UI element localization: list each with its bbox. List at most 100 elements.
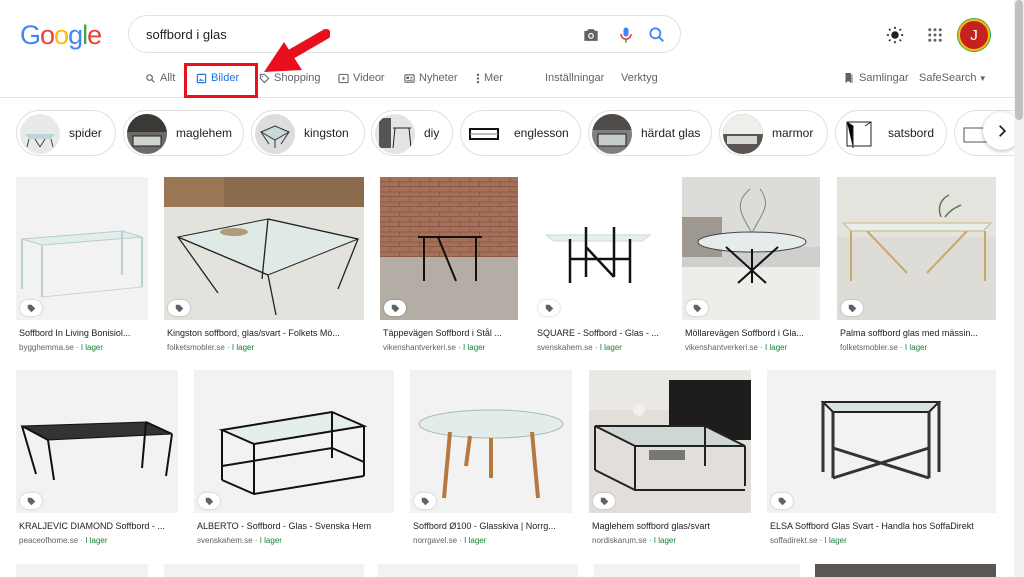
result-card[interactable]: Täppevägen Soffbord i Stål ... vikenshan… bbox=[380, 177, 518, 357]
result-image[interactable] bbox=[194, 370, 394, 513]
result-title[interactable]: ALBERTO - Soffbord - Glas - Svenska Hem bbox=[197, 521, 393, 531]
result-title[interactable]: Soffbord In Living Bonisiol... bbox=[19, 328, 147, 338]
result-image[interactable] bbox=[16, 564, 148, 577]
tag-icon bbox=[593, 493, 615, 509]
result-source: nordiskarum.se · I lager bbox=[592, 536, 677, 545]
stock-status: I lager bbox=[824, 536, 847, 545]
highlight-box bbox=[184, 63, 258, 98]
result-source: soffadirekt.se · I lager bbox=[770, 536, 847, 545]
result-image[interactable] bbox=[16, 370, 178, 513]
result-card[interactable]: Maglehem soffbord glas/svart nordiskarum… bbox=[589, 370, 751, 550]
result-title[interactable]: KRALJEVIC DIAMOND Soffbord - ... bbox=[19, 521, 177, 531]
stock-status: I lager bbox=[765, 343, 788, 352]
chip-spider[interactable]: spider bbox=[16, 110, 116, 156]
tag-icon bbox=[20, 300, 42, 316]
chip-marmor[interactable]: marmor bbox=[719, 110, 828, 156]
result-card[interactable]: KRALJEVIC DIAMOND Soffbord - ... peaceof… bbox=[16, 370, 178, 550]
result-title[interactable]: Soffbord Ø100 - Glasskiva | Norrg... bbox=[413, 521, 571, 531]
tag-icon bbox=[384, 300, 406, 316]
result-title[interactable]: Kingston soffbord, glas/svart - Folkets … bbox=[167, 328, 363, 338]
tab-label: Mer bbox=[484, 72, 503, 84]
chip-englesson[interactable]: englesson bbox=[460, 110, 581, 156]
chip-satsbord[interactable]: satsbord bbox=[835, 110, 947, 156]
source-domain: soffadirekt.se bbox=[770, 536, 818, 545]
result-source: peaceofhome.se · I lager bbox=[19, 536, 108, 545]
google-logo[interactable]: Google bbox=[20, 20, 102, 51]
result-image[interactable] bbox=[164, 564, 364, 577]
result-card[interactable]: Kingston soffbord, glas/svart - Folkets … bbox=[164, 177, 364, 357]
search-icon[interactable] bbox=[647, 25, 667, 45]
scrollbar[interactable] bbox=[1014, 0, 1024, 577]
result-source: svenskahem.se · I lager bbox=[537, 343, 622, 352]
tab-all[interactable]: Allt bbox=[145, 72, 175, 84]
bookmark-icon bbox=[845, 73, 853, 83]
collections-link[interactable]: Samlingar bbox=[843, 72, 909, 84]
result-image[interactable] bbox=[534, 177, 666, 320]
safesearch-dropdown[interactable]: SafeSearch ▼ bbox=[919, 72, 987, 84]
chip-label: satsbord bbox=[888, 126, 935, 140]
chip-label: spider bbox=[69, 126, 102, 140]
tab-videos[interactable]: Videor bbox=[338, 72, 385, 84]
tab-more[interactable]: Mer bbox=[476, 72, 503, 84]
search-box[interactable]: soffbord i glas bbox=[128, 15, 681, 53]
camera-icon[interactable] bbox=[581, 25, 601, 45]
scrollbar-thumb[interactable] bbox=[1015, 0, 1023, 120]
theme-toggle-icon[interactable] bbox=[886, 26, 904, 44]
safesearch-label: SafeSearch bbox=[919, 72, 977, 84]
tag-icon bbox=[841, 300, 863, 316]
tag-icon bbox=[538, 300, 560, 316]
result-card[interactable]: Soffbord Ø100 - Glasskiva | Norrg... nor… bbox=[410, 370, 572, 550]
result-title[interactable]: Täppevägen Soffbord i Stål ... bbox=[383, 328, 517, 338]
result-card[interactable]: Soffbord In Living Bonisiol... bygghemma… bbox=[16, 177, 148, 357]
source-domain: folketsmobler.se bbox=[167, 343, 225, 352]
result-title[interactable]: Maglehem soffbord glas/svart bbox=[592, 521, 750, 531]
result-source: vikenshantverkeri.se · I lager bbox=[685, 343, 788, 352]
result-source: vikenshantverkeri.se · I lager bbox=[383, 343, 486, 352]
result-image[interactable] bbox=[589, 370, 751, 513]
source-domain: bygghemma.se bbox=[19, 343, 74, 352]
source-domain: vikenshantverkeri.se bbox=[685, 343, 758, 352]
chip-label: englesson bbox=[514, 126, 569, 140]
chip-diy[interactable]: diy bbox=[371, 110, 453, 156]
chip-hardat-glas[interactable]: härdat glas bbox=[588, 110, 712, 156]
result-card[interactable]: Palma soffbord glas med mässin... folket… bbox=[837, 177, 996, 357]
result-image[interactable] bbox=[164, 177, 364, 320]
settings-link[interactable]: Inställningar bbox=[545, 72, 604, 84]
result-image[interactable] bbox=[815, 564, 996, 577]
chip-thumbnail bbox=[375, 114, 415, 154]
result-image[interactable] bbox=[380, 177, 518, 320]
search-icon bbox=[146, 73, 155, 83]
avatar[interactable]: J bbox=[958, 19, 990, 51]
result-image[interactable] bbox=[767, 370, 996, 513]
result-image[interactable] bbox=[682, 177, 820, 320]
chip-kingston[interactable]: kingston bbox=[251, 110, 365, 156]
result-image[interactable] bbox=[837, 177, 996, 320]
result-image[interactable] bbox=[378, 564, 578, 577]
apps-grid-icon[interactable] bbox=[926, 26, 944, 44]
result-title[interactable]: Möllarevägen Soffbord i Gla... bbox=[685, 328, 819, 338]
result-title[interactable]: Palma soffbord glas med mässin... bbox=[840, 328, 995, 338]
result-image[interactable] bbox=[16, 177, 148, 320]
search-input[interactable]: soffbord i glas bbox=[146, 27, 227, 42]
tools-link[interactable]: Verktyg bbox=[621, 72, 658, 84]
result-image[interactable] bbox=[594, 564, 800, 577]
source-domain: svenskahem.se bbox=[537, 343, 593, 352]
stock-status: I lager bbox=[259, 536, 282, 545]
stock-status: I lager bbox=[80, 343, 104, 352]
stock-status: I lager bbox=[85, 536, 108, 545]
microphone-icon[interactable] bbox=[616, 25, 636, 45]
red-arrow-annotation bbox=[264, 29, 330, 72]
result-title[interactable]: ELSA Soffbord Glas Svart - Handla hos So… bbox=[770, 521, 995, 531]
result-source: bygghemma.se · I lager bbox=[19, 343, 104, 352]
settings-label: Inställningar bbox=[545, 72, 605, 84]
result-card[interactable]: Möllarevägen Soffbord i Gla... vikenshan… bbox=[682, 177, 820, 357]
result-card[interactable]: ALBERTO - Soffbord - Glas - Svenska Hem … bbox=[194, 370, 394, 550]
result-card[interactable]: ELSA Soffbord Glas Svart - Handla hos So… bbox=[767, 370, 996, 550]
result-image[interactable] bbox=[410, 370, 572, 513]
result-title[interactable]: SQUARE - Soffbord - Glas - ... bbox=[537, 328, 665, 338]
result-card[interactable]: SQUARE - Soffbord - Glas - ... svenskahe… bbox=[534, 177, 666, 357]
tools-label: Verktyg bbox=[621, 72, 658, 84]
chip-maglehem[interactable]: maglehem bbox=[123, 110, 244, 156]
tab-news[interactable]: Nyheter bbox=[404, 72, 458, 84]
tag-icon bbox=[771, 493, 793, 509]
